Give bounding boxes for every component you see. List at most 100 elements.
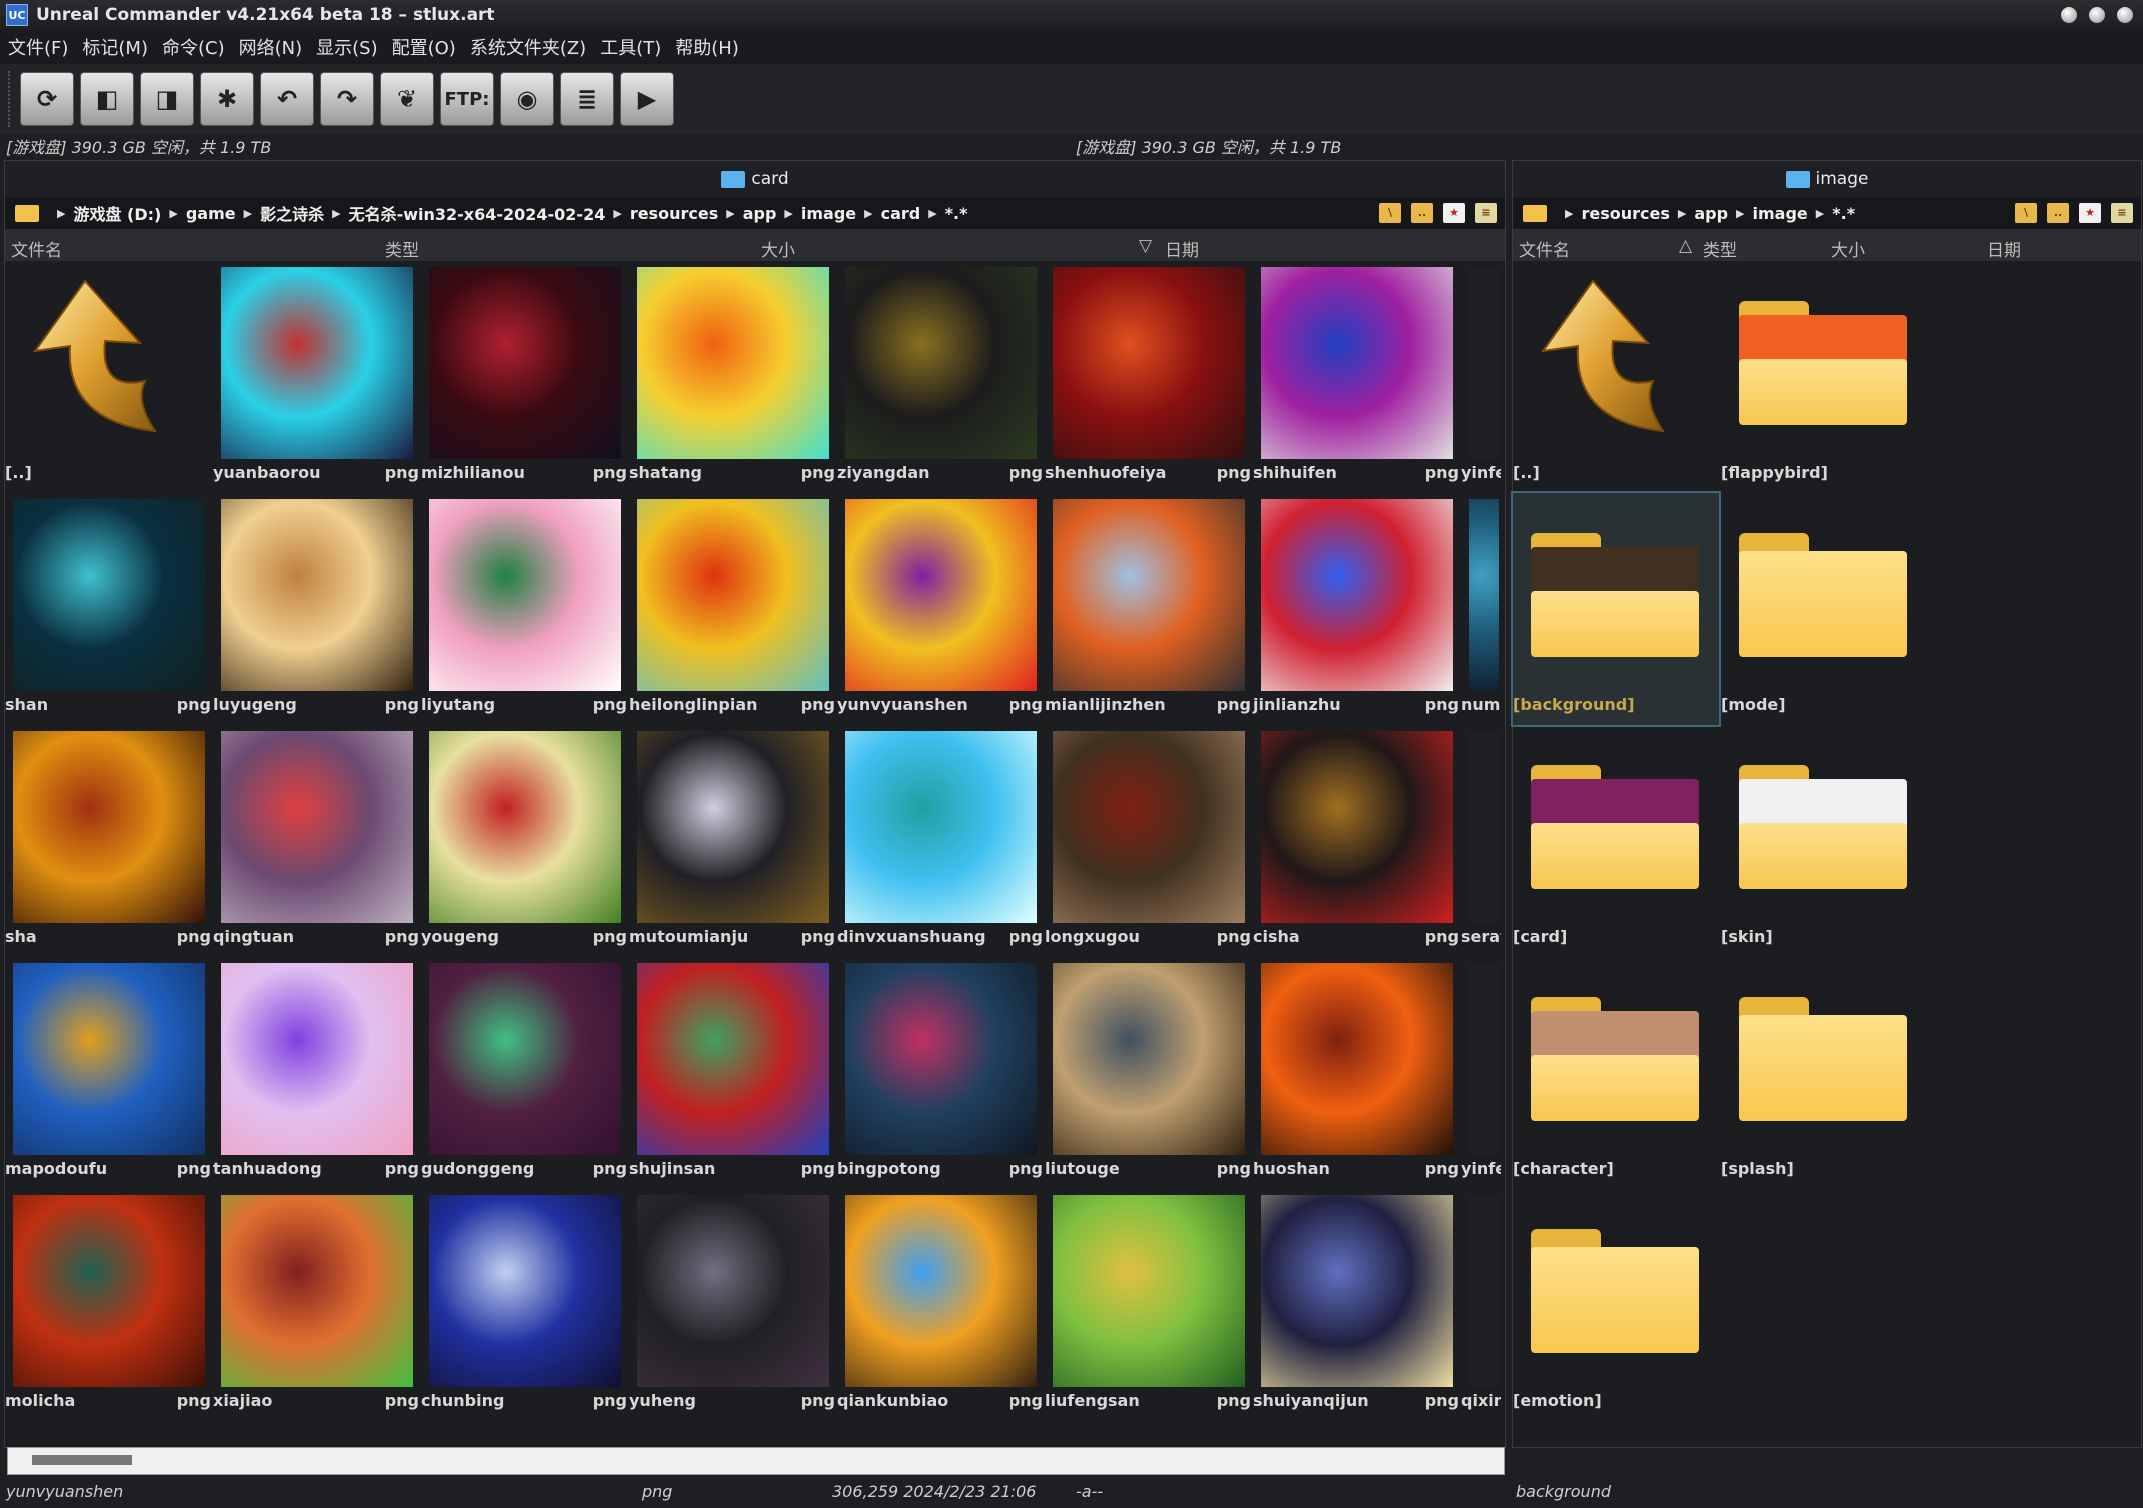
- file-item[interactable]: tanhuadong png: [213, 957, 419, 1189]
- parent-folder-icon[interactable]: ..: [1411, 203, 1433, 223]
- file-item[interactable]: xiajiao png: [213, 1189, 419, 1411]
- right-panel-icon[interactable]: ◨: [140, 72, 194, 126]
- refresh-icon[interactable]: ⟳: [20, 72, 74, 126]
- crumb-mask[interactable]: *.*: [1832, 204, 1855, 223]
- file-item[interactable]: cisha png: [1253, 725, 1459, 957]
- history-icon[interactable]: ≡: [2111, 203, 2133, 223]
- folder-item[interactable]: [background]: [1511, 491, 1721, 727]
- crumb-drive[interactable]: 游戏盘 (D:): [73, 201, 161, 225]
- right-drive-info[interactable]: [游戏盘] 390.3 GB 空闲，共 1.9 TB: [1076, 134, 1341, 158]
- parent-folder-icon[interactable]: ..: [2047, 203, 2069, 223]
- file-item[interactable]: serafi: [1461, 725, 1501, 957]
- file-item[interactable]: yinfe: [1461, 957, 1501, 1189]
- crumb-yingzhi[interactable]: 影之诗杀: [260, 201, 324, 225]
- file-item[interactable]: mizhilianou png: [421, 261, 627, 493]
- file-item[interactable]: shatang png: [629, 261, 835, 493]
- menu-view[interactable]: 显示(S): [316, 34, 377, 60]
- file-item[interactable]: yunvyuanshen png: [837, 493, 1043, 725]
- select-mask-icon[interactable]: ✱: [200, 72, 254, 126]
- left-horizontal-scrollbar[interactable]: [7, 1447, 1505, 1475]
- file-item[interactable]: bingpotong png: [837, 957, 1043, 1189]
- file-item[interactable]: mianlijinzhen png: [1045, 493, 1251, 725]
- file-item[interactable]: yuanbaorou png: [213, 261, 419, 493]
- menu-config[interactable]: 配置(O): [392, 34, 456, 60]
- file-item[interactable]: shihuifen png: [1253, 261, 1459, 493]
- menu-mark[interactable]: 标记(M): [82, 34, 148, 60]
- root-folder-icon[interactable]: \: [2015, 203, 2037, 223]
- crumb-game[interactable]: game: [186, 204, 236, 223]
- file-item[interactable]: liyutang png: [421, 493, 627, 725]
- root-folder-icon[interactable]: \: [1379, 203, 1401, 223]
- file-item[interactable]: shujinsan png: [629, 957, 835, 1189]
- file-item[interactable]: huoshan png: [1253, 957, 1459, 1189]
- parent-dir-item[interactable]: [..]: [5, 261, 211, 493]
- col-size[interactable]: 大小: [1831, 236, 1865, 261]
- file-item[interactable]: chunbing png: [421, 1189, 627, 1411]
- col-date[interactable]: 日期: [1165, 236, 1199, 261]
- col-type[interactable]: 类型: [1703, 236, 1737, 261]
- minimize-button[interactable]: [2061, 7, 2077, 23]
- folder-item[interactable]: [skin]: [1721, 725, 1927, 957]
- col-type[interactable]: 类型: [385, 236, 419, 261]
- left-drive-info[interactable]: [游戏盘] 390.3 GB 空闲，共 1.9 TB: [6, 134, 271, 158]
- file-item[interactable]: ziyangdan png: [837, 261, 1043, 493]
- left-panel-icon[interactable]: ◧: [80, 72, 134, 126]
- folder-item[interactable]: [character]: [1513, 957, 1719, 1189]
- ftp-button[interactable]: FTP:: [440, 72, 494, 126]
- sync-icon[interactable]: ≣: [560, 72, 614, 126]
- undo-icon[interactable]: ↶: [260, 72, 314, 126]
- file-item[interactable]: shuiyanqijun png: [1253, 1189, 1459, 1411]
- parent-dir-item[interactable]: [..]: [1513, 261, 1719, 493]
- col-date[interactable]: 日期: [1987, 236, 2021, 261]
- file-item[interactable]: mutoumianju png: [629, 725, 835, 957]
- file-item[interactable]: mapodoufu png: [5, 957, 211, 1189]
- crumb-app[interactable]: app: [1694, 204, 1728, 223]
- file-item[interactable]: liufengsan png: [1045, 1189, 1251, 1411]
- col-name[interactable]: 文件名: [11, 236, 62, 261]
- scrollbar-thumb[interactable]: [32, 1455, 132, 1465]
- file-item[interactable]: dinvxuanshuang png: [837, 725, 1043, 957]
- crumb-mask[interactable]: *.*: [945, 204, 968, 223]
- col-name[interactable]: 文件名: [1519, 236, 1570, 261]
- favorites-icon[interactable]: ★: [2079, 203, 2101, 223]
- menu-system-folders[interactable]: 系统文件夹(Z): [470, 34, 586, 60]
- file-item[interactable]: molicha png: [5, 1189, 211, 1411]
- file-item[interactable]: qingtuan png: [213, 725, 419, 957]
- crumb-app[interactable]: app: [743, 204, 777, 223]
- folder-item[interactable]: [splash]: [1721, 957, 1927, 1189]
- favorites-icon[interactable]: ★: [1443, 203, 1465, 223]
- crumb-wumingsha[interactable]: 无名杀-win32-x64-2024-02-24: [349, 201, 606, 225]
- menu-file[interactable]: 文件(F): [8, 34, 68, 60]
- file-item[interactable]: luyugeng png: [213, 493, 419, 725]
- crumb-resources[interactable]: resources: [1581, 204, 1669, 223]
- network-drive-icon[interactable]: ◉: [500, 72, 554, 126]
- folder-item[interactable]: [flappybird]: [1721, 261, 1927, 493]
- file-item[interactable]: yinfe: [1461, 261, 1501, 493]
- menu-help[interactable]: 帮助(H): [675, 34, 739, 60]
- file-item[interactable]: sha png: [5, 725, 211, 957]
- crumb-image[interactable]: image: [1753, 204, 1808, 223]
- close-button[interactable]: [2117, 7, 2133, 23]
- file-item[interactable]: shan png: [5, 493, 211, 725]
- file-item[interactable]: jinlianzhu png: [1253, 493, 1459, 725]
- file-item[interactable]: qixin: [1461, 1189, 1501, 1411]
- history-icon[interactable]: ≡: [1475, 203, 1497, 223]
- menu-network[interactable]: 网络(N): [239, 34, 303, 60]
- file-item[interactable]: yuheng png: [629, 1189, 835, 1411]
- file-item[interactable]: heilonglinpian png: [629, 493, 835, 725]
- panel-swap-icon[interactable]: ▶: [620, 72, 674, 126]
- file-item[interactable]: numa: [1461, 493, 1501, 725]
- folder-item[interactable]: [card]: [1513, 725, 1719, 957]
- menu-commands[interactable]: 命令(C): [162, 34, 225, 60]
- redo-icon[interactable]: ↷: [320, 72, 374, 126]
- file-item[interactable]: liutouge png: [1045, 957, 1251, 1189]
- crumb-card[interactable]: card: [881, 204, 921, 223]
- folder-item[interactable]: [mode]: [1721, 493, 1927, 725]
- menu-tools[interactable]: 工具(T): [600, 34, 661, 60]
- file-item[interactable]: yougeng png: [421, 725, 627, 957]
- maximize-button[interactable]: [2089, 7, 2105, 23]
- file-item[interactable]: gudonggeng png: [421, 957, 627, 1189]
- file-item[interactable]: qiankunbiao png: [837, 1189, 1043, 1411]
- archive-icon[interactable]: ❦: [380, 72, 434, 126]
- file-item[interactable]: shenhuofeiya png: [1045, 261, 1251, 493]
